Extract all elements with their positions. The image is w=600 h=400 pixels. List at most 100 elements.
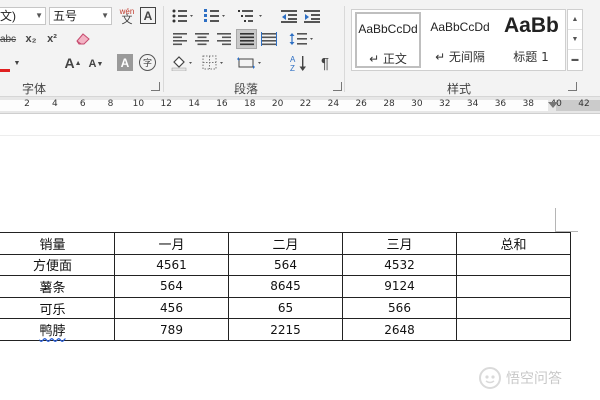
style-sample: AaBbCcDd bbox=[430, 20, 490, 34]
style-item-no-spacing[interactable]: AaBbCcDd ↵ 无间隔 bbox=[424, 12, 496, 68]
justify-icon bbox=[239, 33, 254, 46]
value-cell[interactable]: 9124 bbox=[342, 275, 457, 298]
align-center-button[interactable] bbox=[192, 30, 212, 48]
shrink-font-button[interactable]: A ▼ bbox=[86, 55, 106, 73]
gallery-more-button[interactable]: ▬ bbox=[568, 50, 582, 70]
enclose-characters-button[interactable]: 字 bbox=[139, 54, 156, 71]
font-color-button[interactable] bbox=[0, 55, 12, 73]
value-cell[interactable]: 2648 bbox=[342, 318, 457, 341]
character-shading-label: A bbox=[120, 55, 130, 70]
superscript-button[interactable]: x² bbox=[43, 31, 61, 47]
product-cell-text: 鸭脖 bbox=[39, 324, 66, 340]
paragraph-group-label: 段落 bbox=[234, 82, 259, 96]
justify-button[interactable] bbox=[236, 29, 257, 49]
group-separator bbox=[344, 6, 345, 92]
styles-dialog-launcher[interactable] bbox=[568, 82, 577, 91]
font-size-value: 五号 bbox=[53, 9, 78, 23]
total-cell[interactable] bbox=[456, 275, 571, 298]
shading-button[interactable] bbox=[170, 53, 196, 73]
decrease-indent-icon bbox=[281, 10, 297, 23]
ruler-tick-label: 14 bbox=[188, 99, 200, 109]
watermark: 悟空问答 bbox=[478, 366, 562, 390]
ruler-tick-label: 24 bbox=[327, 99, 340, 109]
decrease-indent-button[interactable] bbox=[279, 7, 299, 25]
margin-corner-mark bbox=[555, 208, 578, 232]
line-spacing-button[interactable] bbox=[288, 30, 316, 48]
header-cell[interactable]: 销量 bbox=[0, 232, 115, 255]
numbered-list-icon bbox=[204, 9, 225, 22]
value-cell[interactable]: 564 bbox=[228, 253, 343, 277]
borders-button[interactable] bbox=[201, 53, 227, 73]
style-item-heading-1[interactable]: AaBb 标题 1 bbox=[498, 12, 564, 68]
value-cell[interactable]: 566 bbox=[342, 296, 457, 320]
borders-icon bbox=[202, 55, 223, 70]
page-top-band bbox=[0, 115, 600, 136]
grow-font-button[interactable]: A ▲ bbox=[62, 53, 84, 73]
header-cell[interactable]: 三月 bbox=[342, 232, 457, 255]
value-cell[interactable]: 8645 bbox=[228, 275, 343, 298]
right-indent-marker[interactable] bbox=[548, 102, 558, 108]
paragraph-dialog-launcher[interactable] bbox=[333, 82, 342, 91]
font-name-combo[interactable]: 文) ▼ bbox=[0, 7, 46, 25]
table-row: 薯条 564 8645 9124 bbox=[0, 275, 571, 298]
value-cell[interactable]: 564 bbox=[114, 275, 229, 298]
product-cell[interactable]: 薯条 bbox=[0, 275, 115, 298]
chinese-layout-button[interactable] bbox=[236, 53, 266, 73]
value-cell[interactable]: 65 bbox=[228, 296, 343, 320]
total-cell[interactable] bbox=[456, 296, 571, 320]
distributed-button[interactable] bbox=[259, 30, 279, 48]
table-row: 鸭脖 789 2215 2648 bbox=[0, 318, 571, 341]
value-cell[interactable]: 4561 bbox=[114, 253, 229, 277]
superscript-label: x² bbox=[47, 33, 57, 45]
character-shading-button[interactable]: A bbox=[117, 54, 133, 71]
increase-indent-button[interactable] bbox=[302, 7, 322, 25]
clear-formatting-button[interactable] bbox=[72, 30, 94, 48]
chevron-down-icon[interactable]: ▼ bbox=[12, 58, 22, 68]
total-cell[interactable] bbox=[456, 253, 571, 277]
sort-button[interactable]: A Z bbox=[288, 52, 310, 74]
table-row: 方便面 4561 564 4532 bbox=[0, 253, 571, 277]
subscript-button[interactable]: x₂ bbox=[22, 31, 40, 47]
show-hide-marks-button[interactable]: ¶ bbox=[315, 53, 335, 73]
table-header-row: 销量 一月 二月 三月 总和 bbox=[0, 232, 571, 255]
ruler-tick-label: 16 bbox=[216, 99, 228, 109]
ruler-tick-label: 32 bbox=[439, 99, 451, 109]
ruler-tick-label: 34 bbox=[466, 99, 479, 109]
font-size-combo[interactable]: 五号 ▼ bbox=[49, 7, 112, 25]
align-left-button[interactable] bbox=[170, 30, 190, 48]
character-border-button[interactable]: A bbox=[140, 7, 156, 24]
header-cell[interactable]: 总和 bbox=[456, 232, 571, 255]
sales-table[interactable]: 销量 一月 二月 三月 总和 方便面 4561 564 4532 薯条 564 … bbox=[0, 232, 571, 341]
header-cell[interactable]: 一月 bbox=[114, 232, 229, 255]
strikethrough-button[interactable]: abc bbox=[0, 31, 18, 47]
align-right-button[interactable] bbox=[214, 30, 234, 48]
align-right-icon bbox=[217, 33, 231, 46]
value-cell[interactable]: 4532 bbox=[342, 253, 457, 277]
phonetic-guide-button[interactable]: wén 文 bbox=[118, 5, 136, 27]
gallery-up-button[interactable]: ▲ bbox=[568, 10, 582, 30]
value-cell[interactable]: 2215 bbox=[228, 318, 343, 341]
horizontal-ruler[interactable]: 2 4 6 8 10 12 14 16 18 20 22 24 26 28 30 32 34 36 38 40 42 bbox=[0, 97, 600, 114]
value-cell[interactable]: 789 bbox=[114, 318, 229, 341]
total-cell[interactable] bbox=[456, 318, 571, 341]
style-sample: AaBbCcDd bbox=[358, 22, 418, 36]
product-cell[interactable]: 方便面 bbox=[0, 253, 115, 277]
font-dialog-launcher[interactable] bbox=[151, 82, 160, 91]
character-border-label: A bbox=[143, 8, 153, 23]
ruler-tick-label: 8 bbox=[107, 99, 114, 109]
header-cell[interactable]: 二月 bbox=[228, 232, 343, 255]
style-item-normal[interactable]: AaBbCcDd ↵ 正文 bbox=[355, 12, 421, 68]
ruler-tick-label: 6 bbox=[79, 99, 86, 109]
product-cell[interactable]: 可乐 bbox=[0, 296, 115, 320]
multilevel-list-button[interactable] bbox=[236, 7, 266, 25]
bullets-button[interactable] bbox=[170, 7, 196, 25]
numbering-button[interactable] bbox=[202, 7, 228, 25]
increase-indent-icon bbox=[304, 10, 320, 23]
gallery-down-button[interactable]: ▼ bbox=[568, 30, 582, 50]
ribbon: 文) ▼ 五号 ▼ wén 文 A abc x₂ x² ▼ A ▲ A ▼ A 字 bbox=[0, 0, 600, 97]
value-cell[interactable]: 456 bbox=[114, 296, 229, 320]
wukong-logo-icon bbox=[479, 367, 501, 389]
subscript-label: x₂ bbox=[25, 33, 37, 45]
product-cell[interactable]: 鸭脖 bbox=[0, 318, 115, 341]
chinese-layout-icon bbox=[237, 57, 261, 69]
